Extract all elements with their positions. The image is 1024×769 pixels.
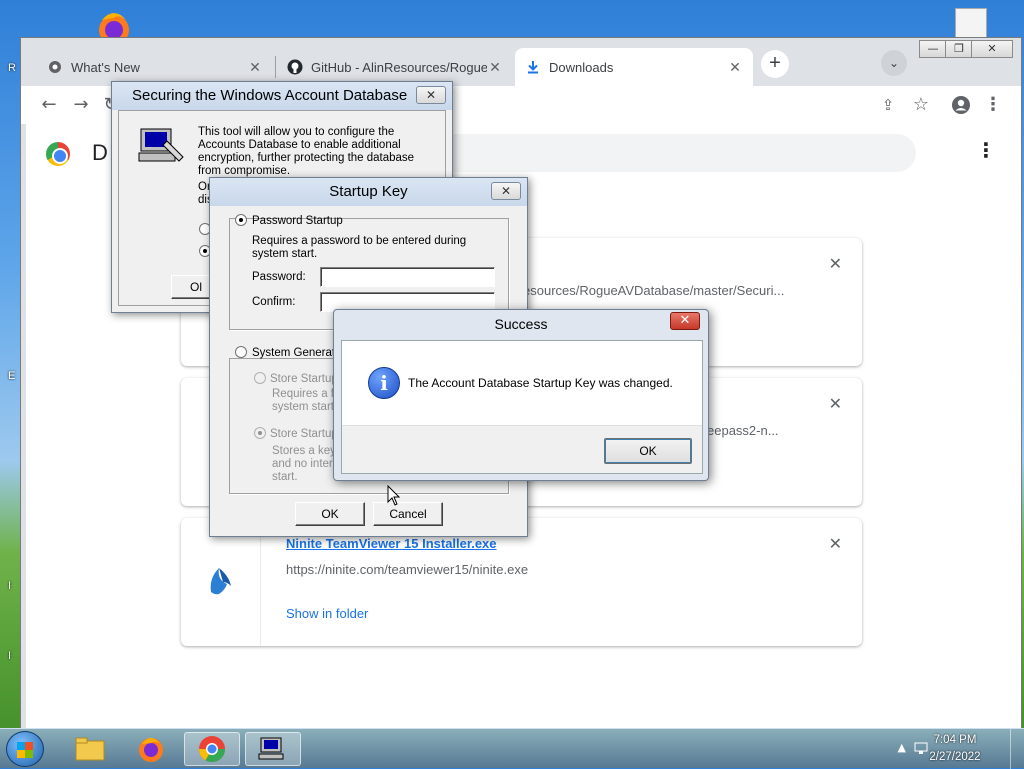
confirm-label: Confirm: [252,296,296,308]
download-filename-link[interactable]: Ninite TeamViewer 15 Installer.exe [286,536,497,551]
taskbar-syskey[interactable] [245,732,301,766]
dialog-title: Startup Key [329,183,408,200]
taskbar-chrome[interactable] [184,732,240,766]
remove-download-icon[interactable]: ✕ [829,534,842,554]
close-icon[interactable]: ✕ [670,312,700,330]
back-icon[interactable]: ← [37,93,61,117]
info-icon: i [368,367,400,399]
desktop-edge: R E I I [0,44,22,734]
cancel-button[interactable]: Cancel [373,502,443,526]
password-startup-radio[interactable] [235,214,247,226]
remove-download-icon[interactable]: ✕ [829,394,842,414]
clock[interactable]: 7:04 PM 2/27/2022 [920,732,990,766]
clock-time: 7:04 PM [933,734,977,746]
password-startup-label: Password Startup [252,215,343,227]
new-tab-button[interactable]: + [761,50,789,78]
profile-icon[interactable] [949,93,973,117]
close-icon[interactable]: ✕ [247,59,263,76]
remove-download-icon[interactable]: ✕ [829,254,842,274]
bookmark-star-icon[interactable]: ☆ [909,93,933,117]
desktop-file-icon[interactable] [955,8,987,40]
dialog-description: This tool will allow you to configure th… [198,126,415,177]
more-options-icon[interactable]: ⋮ [976,138,996,162]
tab-title: GitHub - AlinResources/RogueAV [311,59,487,75]
tab-separator [275,56,276,78]
desktop-label-fragment: E [8,370,16,382]
password-label: Password: [252,271,306,283]
tray-arrow-icon[interactable]: ▲ [898,741,906,754]
mouse-cursor-icon [387,485,401,506]
close-icon[interactable]: ✕ [416,86,446,104]
show-desktop-button[interactable] [1010,729,1024,769]
firefox-icon [139,738,163,762]
computer-key-icon [258,737,284,760]
tab-title: Downloads [549,59,614,75]
store-locally-label: Store Startup [270,373,338,385]
tab-downloads[interactable]: Downloads ✕ [515,48,753,86]
close-icon[interactable]: ✕ [491,182,521,200]
download-url[interactable]: https://ninite.com/teamviewer15/ninite.e… [286,562,528,577]
tab-search-icon[interactable]: ⌄ [881,50,907,76]
store-locally-description: system start. [272,401,338,413]
taskbar-explorer[interactable] [62,732,118,766]
forward-icon[interactable]: → [69,93,93,117]
minimize-button[interactable]: — [919,40,947,58]
dialog-title: Securing the Windows Account Database [132,87,408,104]
taskbar-firefox[interactable] [123,732,179,766]
page-title: D [92,140,108,165]
password-startup-description: Requires a password to be entered during… [252,235,467,260]
close-icon[interactable]: ✕ [727,59,743,76]
download-icon [525,59,541,75]
dialog-title: Success [494,316,548,332]
close-window-button[interactable]: ✕ [971,40,1013,58]
show-in-folder-link[interactable]: Show in folder [286,606,368,621]
password-field[interactable] [320,267,495,287]
store-floppy-description: and no intera [272,458,340,470]
dialog-titlebar: Startup Key ✕ [210,178,527,206]
desktop-label-fragment: R [8,62,16,74]
store-floppy-radio[interactable] [254,427,266,439]
dialog-footer: OK [342,425,702,473]
github-icon [287,59,303,75]
download-card: Ninite TeamViewer 15 Installer.exe https… [181,518,862,646]
store-floppy-description: start. [272,471,298,483]
chrome-icon [198,736,226,763]
computer-key-icon [138,128,184,162]
system-generated-radio[interactable] [235,346,247,358]
store-floppy-label: Store Startup [270,428,338,440]
chrome-icon [47,59,63,75]
ninite-icon [210,568,231,595]
taskbar: ▲ 7:04 PM 2/27/2022 [0,728,1024,769]
tab-strip: What's New ✕ GitHub - AlinResources/Rogu… [21,38,1021,86]
search-downloads-input[interactable] [376,134,916,172]
desktop-label-fragment: I [8,580,12,592]
start-button[interactable] [6,731,44,767]
chrome-menu-icon[interactable]: ⋮ [981,93,1005,117]
chrome-logo-icon [46,142,70,166]
store-locally-description: Requires a fl [272,388,337,400]
desktop-label-fragment: I [8,650,12,662]
ok-button[interactable]: OK [295,502,365,526]
dialog-body: i The Account Database Startup Key was c… [341,340,703,474]
windows-logo-icon [17,742,33,758]
folder-icon [75,737,105,761]
success-dialog: Success ✕ i The Account Database Startup… [333,309,709,481]
download-url[interactable]: eepass2-n... [707,423,779,438]
close-icon[interactable]: ✕ [487,59,503,76]
dialog-message: The Account Database Startup Key was cha… [408,376,673,390]
ok-button[interactable]: OK [604,438,692,464]
share-icon[interactable]: ⇪ [876,93,900,117]
restore-button[interactable]: ❐ [945,40,973,58]
file-icon-column [181,518,261,646]
download-url[interactable]: esources/RogueAVDatabase/master/Securi..… [523,283,784,298]
store-locally-radio[interactable] [254,372,266,384]
clock-date: 2/27/2022 [929,751,981,763]
store-floppy-description: Stores a key [272,445,336,457]
dialog-titlebar: Securing the Windows Account Database ✕ [112,82,452,110]
tab-title: What's New [71,59,140,75]
